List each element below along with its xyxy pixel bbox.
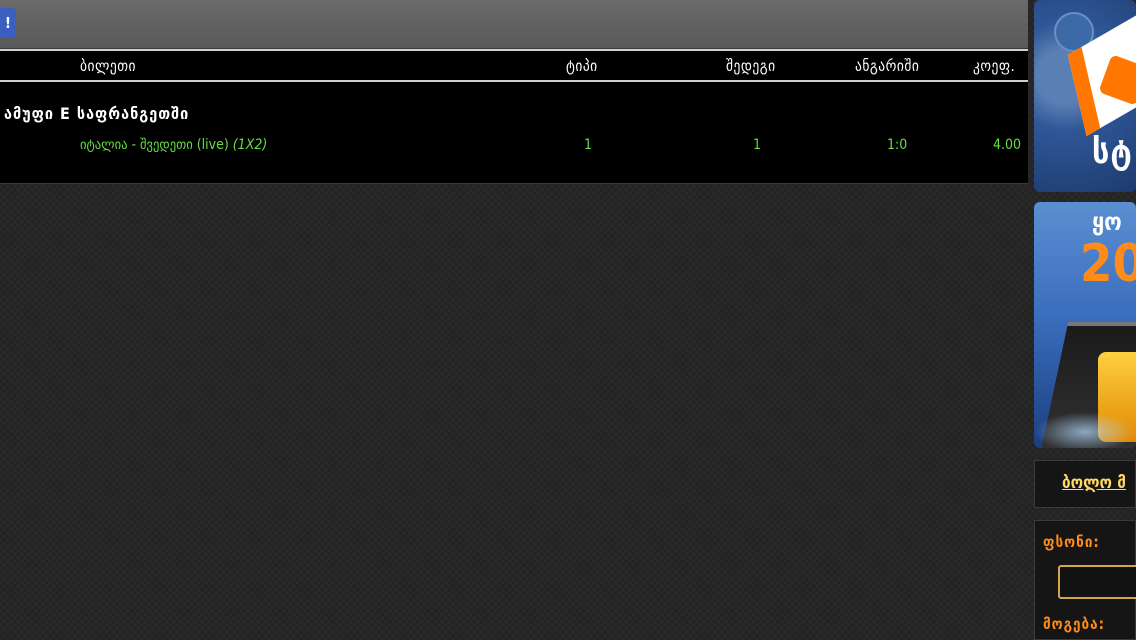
stake-label: ფსონი: [1043,533,1100,551]
bet-type: (1X2) [232,137,268,153]
bet-panel: ! ბილეთი ტიპი შედეგი ანგარიში კოეფ. ამუფ… [0,0,1028,184]
header-score: ანგარიში [855,57,920,75]
recent-link-box: ბოლო მ [1034,460,1136,508]
recent-link[interactable]: ბოლო მ [1062,473,1126,493]
match-name[interactable]: იტალია - შვედეთი (live) [80,137,229,153]
cell-result: 1 [753,137,762,153]
cell-type: 1 [584,137,593,153]
promo-banner-bottom[interactable]: ყო 20 [1034,202,1136,448]
stake-input[interactable] [1058,565,1136,599]
banner-glow [1034,412,1136,448]
bet-group: ამუფი E საფრანგეთში იტალია - შვედეთი (li… [0,82,1028,184]
header-ticket: ბილეთი [80,57,136,75]
header-coef: კოეფ. [973,57,1016,75]
table-header: ბილეთი ტიპი შედეგი ანგარიში კოეფ. [0,49,1028,82]
header-type: ტიპი [566,57,598,75]
banner2-line1: ყო [1092,208,1122,236]
banner2-line2: 20 [1080,234,1136,294]
banner-text: სტ [1092,132,1133,172]
login-form: ფსონი: მოგება: [1034,520,1136,640]
panel-topbar: ! [0,0,1028,49]
header-result: შედეგი [726,57,776,75]
alert-button[interactable]: ! [0,8,16,38]
cell-odds: 4.00 [993,137,1022,153]
promo-banner-top[interactable]: სტ [1034,0,1136,192]
winnings-label: მოგება: [1043,615,1106,633]
group-title: ამუფი E საფრანგეთში [4,104,190,123]
cell-score: 1:0 [887,137,908,153]
match-link[interactable]: იტალია - შვედეთი (live) (1X2) [80,137,267,153]
